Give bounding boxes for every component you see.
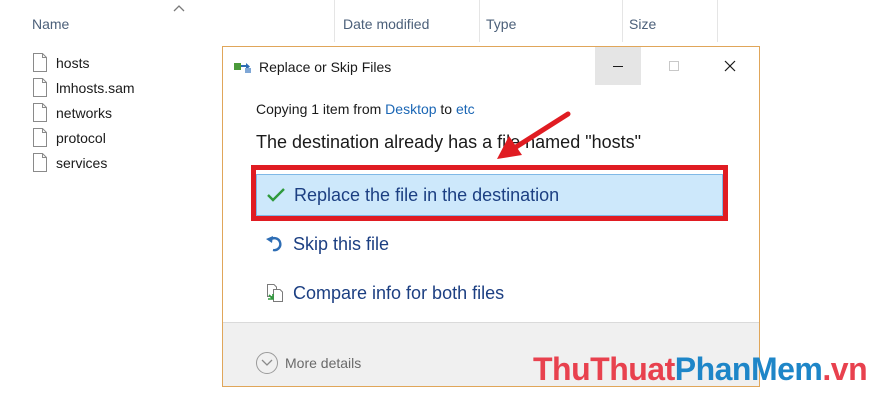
watermark-part-3: .vn — [822, 351, 868, 387]
watermark-part-1: ThuThuat — [533, 351, 675, 387]
watermark-part-2: PhanMem — [674, 351, 823, 387]
watermark-logo: ThuThuatPhanMem.vn — [533, 351, 868, 388]
